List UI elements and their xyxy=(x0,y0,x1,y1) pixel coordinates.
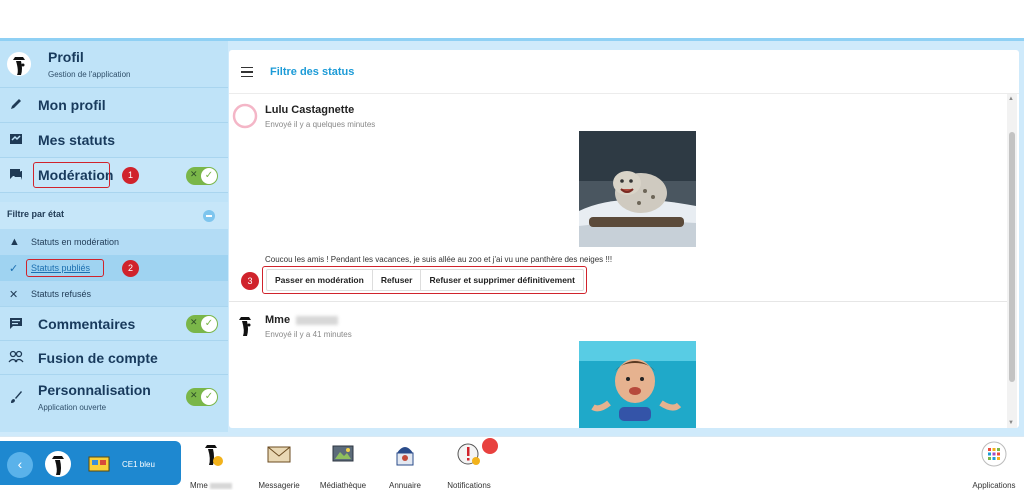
panel-header: Filtre des status xyxy=(229,50,1019,94)
sidebar-item-label: Mon profil xyxy=(38,97,106,113)
mascot-avatar-icon xyxy=(239,317,251,336)
dock-item-mediatheque[interactable]: Médiathèque xyxy=(316,441,370,490)
x-icon: ✕ xyxy=(9,289,19,301)
divider xyxy=(229,301,1007,302)
dock-label: Médiathèque xyxy=(319,481,367,490)
class-icon xyxy=(88,456,110,472)
dock-label: Applications xyxy=(972,481,1016,490)
moderation-actions: Passer en modération Refuser Refuser et … xyxy=(266,269,584,291)
dock-item-teacher[interactable]: Mme xyxy=(188,441,234,490)
collapse-icon[interactable] xyxy=(203,210,215,222)
avatar xyxy=(232,103,258,129)
check-icon: ✓ xyxy=(9,263,19,275)
swimming-child-photo[interactable] xyxy=(579,341,696,428)
step-badge: 2 xyxy=(122,260,139,277)
x-icon: ✕ xyxy=(190,390,198,400)
post-author: Mme xyxy=(265,314,339,326)
step-badge: 3 xyxy=(241,272,259,290)
sidebar-item-moderation[interactable]: Modération 1 ✕ ✓ xyxy=(0,158,228,193)
x-icon: ✕ xyxy=(190,317,198,327)
status-panel: Filtre des status Lulu Castagnette Envoy… xyxy=(229,50,1019,428)
mascot-avatar-icon xyxy=(7,52,31,76)
comment-icon xyxy=(8,316,24,332)
post-text: Coucou les amis ! Pendant les vacances, … xyxy=(265,255,613,264)
highlight-box xyxy=(33,162,110,188)
sidebar-subtitle: Gestion de l'application xyxy=(48,70,131,79)
scroll-down-icon[interactable]: ▼ xyxy=(1008,420,1014,426)
refuse-and-delete-button[interactable]: Refuser et supprimer définitivement xyxy=(421,270,582,290)
status-icon xyxy=(8,132,24,148)
blurred-name xyxy=(210,482,232,489)
post-time: Envoyé il y a 41 minutes xyxy=(265,330,352,339)
mascot-avatar-icon xyxy=(205,445,223,466)
sidebar-item-mon-profil[interactable]: Mon profil xyxy=(0,88,228,123)
menu-icon[interactable] xyxy=(241,67,253,77)
warning-icon: ▲ xyxy=(9,236,20,248)
notification-badge xyxy=(482,438,498,454)
mascot-avatar-icon xyxy=(45,451,71,477)
scrollbar[interactable]: ▲ ▼ xyxy=(1007,94,1017,428)
check-icon: ✓ xyxy=(201,168,217,184)
highlight-box xyxy=(26,259,104,277)
post-author: Lulu Castagnette xyxy=(265,104,355,116)
apps-grid-icon xyxy=(981,441,1007,467)
filter-option-refused[interactable]: ✕ Statuts refusés xyxy=(0,281,228,307)
send-to-moderation-button[interactable]: Passer en modération xyxy=(267,270,373,290)
moderation-toggle[interactable]: ✕ ✓ xyxy=(186,167,218,185)
dock-label-text: Mme xyxy=(189,481,208,490)
applications-button[interactable]: Applications xyxy=(968,441,1020,490)
dock-label: Annuaire xyxy=(388,481,422,490)
filter-header: Filtre par état xyxy=(0,202,228,229)
filter-option-label: Statuts refusés xyxy=(31,289,92,299)
refuse-button[interactable]: Refuser xyxy=(373,270,422,290)
sidebar-title: Profil xyxy=(48,49,84,65)
filter-title: Filtre par état xyxy=(7,209,65,219)
back-button[interactable]: ‹ xyxy=(7,452,33,478)
filter-option-moderation[interactable]: ▲ Statuts en modération xyxy=(0,229,228,255)
top-blank-area xyxy=(0,0,1024,38)
comments-toggle[interactable]: ✕ ✓ xyxy=(186,315,218,333)
dock-item-annuaire[interactable]: Annuaire xyxy=(383,441,427,490)
sidebar: Profil Gestion de l'application Mon prof… xyxy=(0,41,228,432)
dock-label: Mme xyxy=(188,481,234,490)
brush-icon xyxy=(8,390,24,406)
pencil-icon xyxy=(8,97,24,113)
people-icon xyxy=(8,350,24,366)
chat-icon xyxy=(8,167,24,183)
media-icon xyxy=(332,445,354,462)
app-root: Profil Gestion de l'application Mon prof… xyxy=(0,0,1024,490)
panel-title: Filtre des status xyxy=(270,66,355,78)
check-icon: ✓ xyxy=(201,389,217,405)
envelope-icon xyxy=(267,446,291,463)
filter-option-label: Statuts en modération xyxy=(31,237,120,247)
dock-item-messagerie[interactable]: Messagerie xyxy=(254,441,304,490)
sidebar-item-personnalisation[interactable]: Personnalisation Application ouverte ✕ ✓ xyxy=(0,375,228,420)
sidebar-item-label: Personnalisation xyxy=(38,382,151,398)
sidebar-item-label: Commentaires xyxy=(38,316,136,332)
sidebar-item-subtitle: Application ouverte xyxy=(38,403,107,412)
x-icon: ✕ xyxy=(190,169,198,179)
directory-icon xyxy=(396,447,414,466)
check-icon: ✓ xyxy=(201,316,217,332)
personalization-toggle[interactable]: ✕ ✓ xyxy=(186,388,218,406)
sidebar-item-label: Fusion de compte xyxy=(38,350,158,366)
step-badge: 1 xyxy=(122,167,139,184)
scroll-up-icon[interactable]: ▲ xyxy=(1008,96,1014,102)
post-author-name: Mme xyxy=(265,314,291,326)
sidebar-item-label: Mes statuts xyxy=(38,132,116,148)
class-label: CE1 bleu xyxy=(122,460,155,469)
sidebar-item-mes-statuts[interactable]: Mes statuts xyxy=(0,123,228,158)
filter-option-published[interactable]: ✓ Statuts publiés 2 xyxy=(0,255,228,281)
sidebar-item-fusion-de-compte[interactable]: Fusion de compte xyxy=(0,341,228,375)
sidebar-item-commentaires[interactable]: Commentaires ✕ ✓ xyxy=(0,307,228,341)
snow-leopard-photo[interactable] xyxy=(579,131,696,247)
blurred-name xyxy=(296,315,339,325)
post-time: Envoyé il y a quelques minutes xyxy=(265,120,376,129)
sidebar-header: Profil Gestion de l'application xyxy=(0,41,228,88)
alert-icon xyxy=(457,443,480,465)
scrollbar-thumb[interactable] xyxy=(1009,132,1015,382)
dock-label: Messagerie xyxy=(258,481,300,490)
dock-label: Notifications xyxy=(447,481,491,490)
